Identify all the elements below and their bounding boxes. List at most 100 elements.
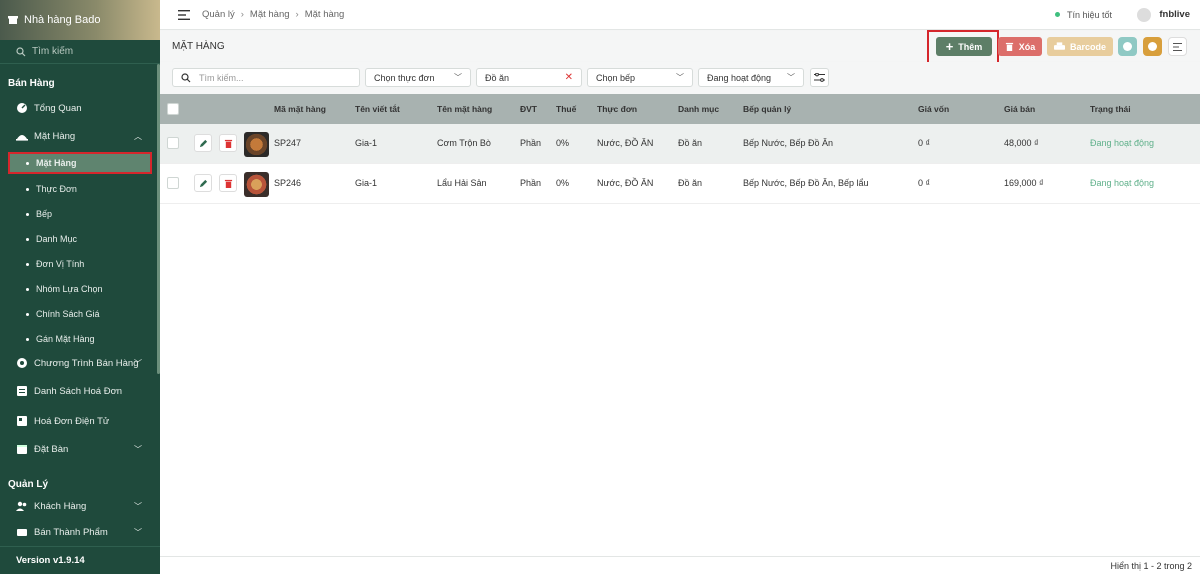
edit-button[interactable] <box>194 134 212 152</box>
export-button[interactable] <box>1143 37 1162 56</box>
pencil-icon <box>199 179 207 187</box>
sidebar-item-products[interactable]: Mặt Hàng ︿ <box>0 124 160 148</box>
table-header: Mã mặt hàng Tên viết tắt Tên mặt hàng ĐV… <box>160 94 1200 124</box>
sidebar-search-placeholder: Tìm kiếm <box>32 46 74 57</box>
circle-icon <box>1123 42 1132 51</box>
table-row[interactable]: SP247 Gia-1 Cơm Trộn Bò Phần 0% Nước, ĐỒ… <box>160 124 1200 164</box>
breadcrumb-item[interactable]: Quản lý <box>202 9 235 20</box>
edit-button[interactable] <box>194 174 212 192</box>
menu-select[interactable]: Chọn thực đơn ﹀ <box>365 68 471 87</box>
sidebar-sub-option-group[interactable]: Nhóm Lựa Chọn <box>0 278 160 300</box>
column-header[interactable]: Mã mặt hàng <box>274 104 326 114</box>
sidebar-item-semi-products[interactable]: Bán Thành Phẩm ﹀ <box>0 520 160 544</box>
store-name: Nhà hàng Bado <box>24 14 101 26</box>
advanced-filter-button[interactable] <box>810 68 829 87</box>
page-header: MẶT HÀNG + Thêm Xóa Barcode <box>160 30 1200 65</box>
e-invoice-icon <box>17 416 27 426</box>
column-header[interactable]: Giá vốn <box>918 104 949 114</box>
sidebar-item-invoice-list[interactable]: Danh Sách Hoá Đơn <box>0 379 160 403</box>
store-icon <box>8 16 18 24</box>
import-button[interactable] <box>1118 37 1137 56</box>
sidebar-sub-products[interactable]: Mặt Hàng <box>8 152 152 174</box>
app-version: Version v1.9.14 <box>0 546 160 574</box>
cell-unit: Phần <box>520 138 542 148</box>
sidebar-sub-category[interactable]: Danh Mục <box>0 228 160 250</box>
column-settings-button[interactable] <box>1168 37 1187 56</box>
status-badge: Đang hoạt động <box>1090 138 1155 148</box>
cell-code: SP247 <box>274 138 302 148</box>
cell-category: Đồ ăn <box>678 178 703 188</box>
invoice-list-icon <box>17 386 27 396</box>
select-all-checkbox[interactable] <box>167 103 179 115</box>
breadcrumb-item[interactable]: Mặt hàng <box>250 9 290 20</box>
delete-button[interactable]: Xóa <box>998 37 1042 56</box>
barcode-button[interactable]: Barcode <box>1047 37 1113 56</box>
row-checkbox[interactable] <box>167 137 179 149</box>
column-header[interactable]: Danh mục <box>678 104 719 114</box>
cell-cost: 0 ₫ <box>918 178 931 188</box>
kitchen-select[interactable]: Chọn bếp ﹀ <box>587 68 693 87</box>
cell-cost: 0 ₫ <box>918 138 931 148</box>
trash-icon <box>224 139 232 148</box>
sidebar-sub-price-policy[interactable]: Chính Sách Giá <box>0 303 160 325</box>
breadcrumb-separator-icon: › <box>295 9 299 20</box>
status-badge: Đang hoạt động <box>1090 178 1155 188</box>
column-header[interactable]: Tên viết tắt <box>355 104 400 114</box>
product-thumbnail <box>244 132 269 157</box>
cell-name: Lẩu Hải Sản <box>437 178 487 188</box>
chevron-down-icon: ﹀ <box>134 444 142 454</box>
product-icon <box>16 135 28 141</box>
category-select[interactable]: Đồ ăn ✕ <box>476 68 582 87</box>
breadcrumb-item: Mặt hàng <box>304 9 345 20</box>
product-thumbnail <box>244 172 269 197</box>
trash-icon <box>224 179 232 188</box>
trash-icon <box>1005 42 1013 51</box>
cell-kitchen: Bếp Nước, Bếp Đồ Ăn <box>743 138 833 148</box>
chevron-down-icon: ﹀ <box>134 527 142 537</box>
column-header[interactable]: Trạng thái <box>1090 104 1131 114</box>
column-header[interactable]: Bếp quản lý <box>743 104 791 114</box>
cell-short: Gia-1 <box>355 138 378 148</box>
column-header[interactable]: Giá bán <box>1004 104 1035 114</box>
user-menu[interactable]: fnblive <box>1137 7 1190 22</box>
sidebar-sub-kitchen[interactable]: Bếp <box>0 203 160 225</box>
column-header[interactable]: Thuế <box>556 104 576 114</box>
cell-unit: Phần <box>520 178 542 188</box>
cell-code: SP246 <box>274 178 302 188</box>
semi-product-icon <box>17 529 27 536</box>
sidebar-item-customers[interactable]: Khách Hàng ﹀ <box>0 494 160 518</box>
sidebar-sub-unit[interactable]: Đơn Vị Tính <box>0 253 160 275</box>
table-row[interactable]: SP246 Gia-1 Lẩu Hải Sản Phần 0% Nước, ĐỒ… <box>160 164 1200 204</box>
row-checkbox[interactable] <box>167 177 179 189</box>
status-select[interactable]: Đang hoạt động ﹀ <box>698 68 804 87</box>
section-manage: Quản Lý <box>8 479 49 490</box>
search-icon <box>181 72 191 82</box>
column-header[interactable]: ĐVT <box>520 104 537 114</box>
delete-row-button[interactable] <box>219 174 237 192</box>
chevron-down-icon: ﹀ <box>134 358 142 368</box>
products-table: Mã mặt hàng Tên viết tắt Tên mặt hàng ĐV… <box>160 94 1200 556</box>
column-header[interactable]: Thực đơn <box>597 104 637 114</box>
cell-name: Cơm Trộn Bò <box>437 138 491 148</box>
store-header[interactable]: Nhà hàng Bado <box>0 0 160 40</box>
menu-toggle-icon[interactable] <box>178 9 190 20</box>
chevron-up-icon: ︿ <box>134 131 142 141</box>
username: fnblive <box>1159 9 1190 20</box>
sidebar-item-e-invoice[interactable]: Hoá Đơn Điện Tử <box>0 409 160 433</box>
clear-icon[interactable]: ✕ <box>565 72 573 83</box>
delete-row-button[interactable] <box>219 134 237 152</box>
section-sales: Bán Hàng <box>8 78 55 89</box>
sidebar-sub-assign-product[interactable]: Gán Mặt Hàng <box>0 328 160 350</box>
sidebar-item-overview[interactable]: Tổng Quan <box>0 96 160 120</box>
search-icon <box>16 46 26 56</box>
sidebar-search[interactable]: Tìm kiếm <box>0 40 160 64</box>
column-header[interactable]: Tên mặt hàng <box>437 104 492 114</box>
sidebar-sub-menu[interactable]: Thực Đơn <box>0 178 160 200</box>
gear-icon <box>17 358 27 368</box>
search-input[interactable]: Tìm kiếm... <box>172 68 360 87</box>
sidebar-item-sales-program[interactable]: Chương Trình Bán Hàng ﹀ <box>0 351 160 375</box>
cell-category: Đồ ăn <box>678 138 703 148</box>
cell-short: Gia-1 <box>355 178 378 188</box>
add-button[interactable]: + Thêm <box>936 37 992 56</box>
sidebar-item-booking[interactable]: Đặt Bàn ﹀ <box>0 437 160 461</box>
